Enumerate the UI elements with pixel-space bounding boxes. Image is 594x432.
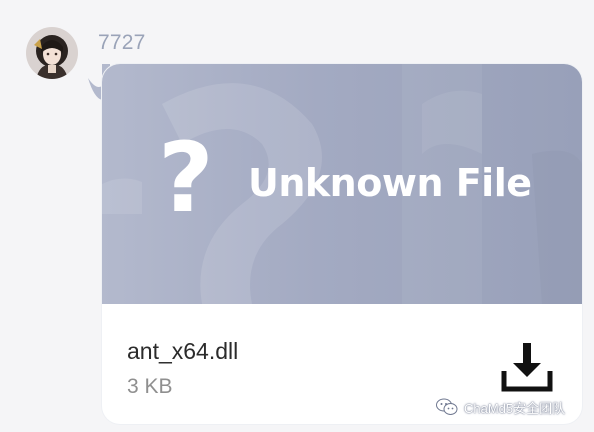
banner-title: Unknown File: [248, 161, 532, 205]
watermark: ChaMd5安全团队: [436, 397, 565, 417]
file-card[interactable]: ? Unknown File ant_x64.dll 3 KB: [102, 64, 582, 424]
file-banner: ? Unknown File: [102, 64, 582, 304]
unknown-file-icon: ?: [158, 122, 214, 234]
file-size: 3 KB: [127, 375, 173, 398]
avatar-image: [26, 27, 78, 79]
download-icon: [501, 343, 553, 392]
wechat-icon: [436, 398, 458, 415]
avatar[interactable]: [26, 27, 78, 79]
file-name: ant_x64.dll: [127, 338, 239, 364]
sender-name: 7727: [98, 31, 146, 54]
watermark-text: ChaMd5安全团队: [464, 400, 566, 416]
download-button[interactable]: [500, 339, 554, 395]
